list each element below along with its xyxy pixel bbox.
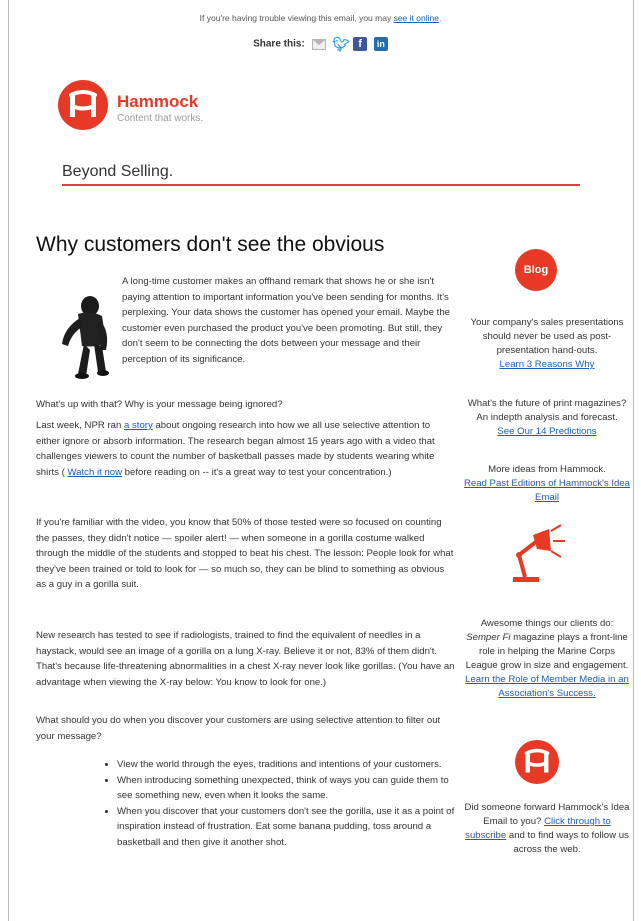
article-paragraph: If you're familiar with the video, you k… [36, 517, 454, 590]
sidebar-block-semper-fi: Awesome things our clients do: Semper Fi… [463, 617, 631, 701]
view-online-link[interactable]: see it online [394, 13, 439, 23]
article-paragraph: What should you do when you discover you… [36, 715, 441, 742]
lamp-icon [505, 523, 575, 585]
section-title: Beyond Selling. [62, 163, 174, 180]
npr-story-link[interactable]: a story [124, 420, 153, 431]
sidebar-text: Awesome things our clients do: Semper Fi… [463, 617, 631, 673]
article-paragraph: Last week, NPR ran a story about ongoing… [36, 418, 456, 480]
facebook-icon[interactable]: f [353, 37, 368, 51]
brand-name: Hammock [117, 92, 199, 111]
hammock-logo-icon [515, 740, 559, 784]
sidebar-text: and to find ways to follow us across the… [506, 830, 629, 855]
past-editions-link[interactable]: Read Past Editions of Hammock's Idea Ema… [463, 477, 631, 505]
share-label: Share this: [253, 38, 305, 50]
sidebar-text: Awesome things our clients do: [480, 618, 614, 629]
reasons-why-link[interactable]: Learn 3 Reasons Why [463, 358, 631, 372]
sidebar-block-presentations: Your company's sales presentations shoul… [463, 316, 631, 372]
sidebar-text: More ideas from Hammock. [488, 464, 606, 475]
sidebar-text: Your company's sales presentations shoul… [470, 317, 624, 356]
sidebar-block-past-editions: More ideas from Hammock. Read Past Editi… [463, 463, 631, 505]
tips-list: View the world through the eyes, traditi… [105, 757, 462, 850]
member-media-link[interactable]: Learn the Role of Member Media in an Ass… [463, 673, 631, 701]
brand-tagline: Content that works. [117, 113, 204, 124]
view-online-notice: If you're having trouble viewing this em… [0, 13, 641, 23]
linkedin-icon[interactable]: in [373, 37, 388, 51]
article-headline: Why customers don't see the obvious [36, 233, 385, 256]
article-paragraph: What's up with that? Why is your message… [36, 399, 283, 410]
article-intro: A long-time customer makes an offhand re… [122, 276, 450, 365]
sidebar-text: Semper Fi [466, 632, 511, 643]
predictions-link[interactable]: See Our 14 Predictions [463, 425, 631, 439]
share-bar: Share this: 🐦︎ f in [0, 37, 641, 51]
email-icon[interactable] [311, 38, 326, 50]
view-online-text: If you're having trouble viewing this em… [199, 13, 394, 23]
watch-video-link[interactable]: Watch it now [67, 467, 122, 478]
gorilla-image [50, 292, 120, 382]
article-paragraph: New research has tested to see if radiol… [36, 630, 455, 688]
header-divider [62, 184, 580, 186]
twitter-icon[interactable]: 🐦︎ [332, 37, 350, 51]
blog-badge-icon[interactable]: Blog [515, 249, 557, 291]
list-item: When introducing something unexpected, t… [117, 773, 462, 804]
paragraph-text: before reading on -- it's a great way to… [122, 466, 392, 478]
paragraph-text: Last week, NPR ran [36, 420, 124, 431]
view-online-end: . [438, 13, 442, 23]
sidebar-block-subscribe: Did someone forward Hammock's Idea Email… [463, 801, 631, 857]
list-item: When you discover that your customers do… [117, 804, 462, 851]
sidebar-text: What's the future of print magazines? An… [467, 398, 627, 423]
hammock-logo-icon[interactable] [58, 80, 108, 130]
list-item: View the world through the eyes, traditi… [117, 757, 462, 773]
sidebar-block-magazines: What's the future of print magazines? An… [463, 397, 631, 439]
